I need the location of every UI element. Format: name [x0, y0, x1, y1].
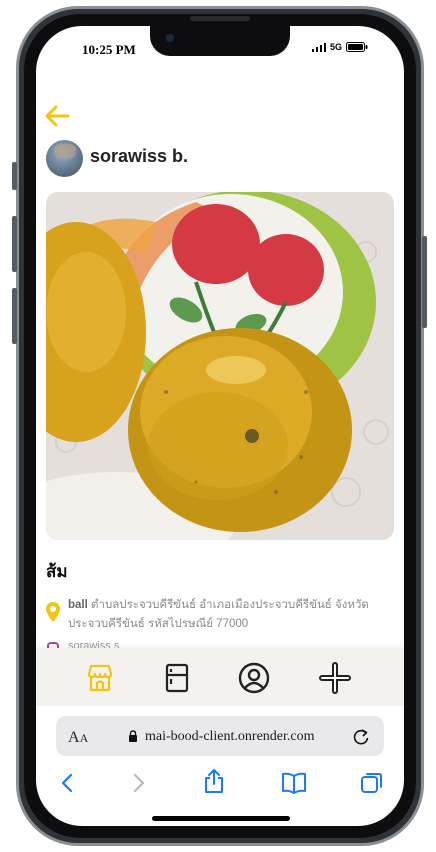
battery-icon — [346, 42, 368, 52]
post-title: ส้ม — [46, 562, 68, 581]
address-text: ตำบลประจวบคีรีขันธ์ อำเภอเมืองประจวบคีรี… — [68, 599, 369, 630]
tabs-icon — [361, 773, 382, 793]
nav-fridge[interactable] — [157, 658, 197, 698]
location-pin-icon — [46, 602, 60, 622]
reload-icon[interactable] — [352, 728, 370, 746]
share-button[interactable] — [199, 766, 229, 796]
forward-chevron-icon — [133, 773, 145, 793]
bottom-nav — [36, 648, 404, 706]
post-photo — [46, 192, 394, 540]
volume-down-button — [12, 288, 17, 344]
status-time: 10:25 PM — [82, 42, 136, 57]
arrow-left-icon[interactable] — [44, 104, 70, 128]
mute-switch — [12, 162, 17, 190]
home-indicator — [152, 816, 290, 821]
shop-icon — [87, 664, 113, 692]
speaker — [190, 16, 250, 21]
power-button — [422, 236, 427, 328]
signal-icon — [312, 42, 326, 52]
url-text[interactable]: mai-bood-client.onrender.com — [145, 729, 315, 745]
location-name: ball — [68, 599, 88, 611]
post-address: ball ตำบลประจวบคีรีขันธ์ อำเภอเมืองประจว… — [68, 596, 388, 634]
fridge-icon — [165, 663, 189, 693]
text-size-label-small: A — [79, 731, 89, 745]
lock-icon — [129, 730, 137, 742]
nav-shop[interactable] — [80, 658, 120, 698]
tabs-button[interactable] — [357, 768, 387, 798]
back-chevron-icon — [61, 773, 73, 793]
status-indicators: 5G — [312, 42, 368, 52]
text-size-button[interactable]: AA — [68, 729, 88, 747]
avatar[interactable] — [46, 140, 83, 177]
volume-up-button — [12, 216, 17, 272]
profile-icon — [238, 662, 270, 694]
text-size-label-big: A — [68, 729, 80, 746]
plus-icon — [319, 662, 351, 694]
share-icon — [205, 769, 223, 793]
bookmarks-button[interactable] — [279, 768, 309, 798]
front-camera — [166, 34, 174, 42]
browser-forward-button[interactable] — [124, 768, 154, 798]
browser-back-button[interactable] — [52, 768, 82, 798]
nav-add[interactable] — [315, 658, 355, 698]
username[interactable]: sorawiss b. — [90, 146, 188, 167]
nav-profile[interactable] — [234, 658, 274, 698]
bookmarks-icon — [282, 772, 306, 794]
network-label: 5G — [330, 42, 343, 52]
